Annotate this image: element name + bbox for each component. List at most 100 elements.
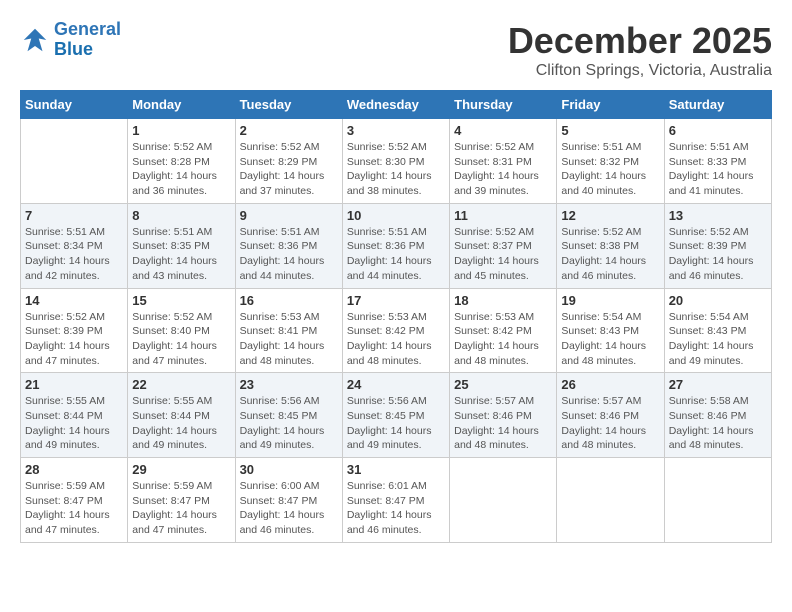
cell-content: Sunrise: 5:57 AM Sunset: 8:46 PM Dayligh…: [454, 394, 552, 453]
day-number: 20: [669, 293, 767, 308]
cell-content: Sunrise: 6:01 AM Sunset: 8:47 PM Dayligh…: [347, 479, 445, 538]
cell-content: Sunrise: 6:00 AM Sunset: 8:47 PM Dayligh…: [240, 479, 338, 538]
calendar-header-row: SundayMondayTuesdayWednesdayThursdayFrid…: [21, 91, 772, 119]
day-number: 26: [561, 377, 659, 392]
calendar-cell: 13 Sunrise: 5:52 AM Sunset: 8:39 PM Dayli…: [664, 203, 771, 288]
day-number: 2: [240, 123, 338, 138]
header-friday: Friday: [557, 91, 664, 119]
calendar-cell: 16 Sunrise: 5:53 AM Sunset: 8:41 PM Dayli…: [235, 288, 342, 373]
day-number: 8: [132, 208, 230, 223]
header-wednesday: Wednesday: [342, 91, 449, 119]
cell-content: Sunrise: 5:52 AM Sunset: 8:39 PM Dayligh…: [669, 225, 767, 284]
cell-content: Sunrise: 5:52 AM Sunset: 8:39 PM Dayligh…: [25, 310, 123, 369]
calendar-cell: 24 Sunrise: 5:56 AM Sunset: 8:45 PM Dayli…: [342, 373, 449, 458]
cell-content: Sunrise: 5:51 AM Sunset: 8:33 PM Dayligh…: [669, 140, 767, 199]
calendar-cell: [664, 458, 771, 543]
header: GeneralBlue December 2025 Clifton Spring…: [20, 20, 772, 80]
day-number: 27: [669, 377, 767, 392]
cell-content: Sunrise: 5:53 AM Sunset: 8:42 PM Dayligh…: [454, 310, 552, 369]
cell-content: Sunrise: 5:55 AM Sunset: 8:44 PM Dayligh…: [25, 394, 123, 453]
cell-content: Sunrise: 5:51 AM Sunset: 8:36 PM Dayligh…: [240, 225, 338, 284]
day-number: 31: [347, 462, 445, 477]
day-number: 17: [347, 293, 445, 308]
calendar-cell: 4Sunrise: 5:52 AM Sunset: 8:31 PM Daylig…: [450, 119, 557, 204]
calendar-cell: 19 Sunrise: 5:54 AM Sunset: 8:43 PM Dayli…: [557, 288, 664, 373]
calendar-cell: 18 Sunrise: 5:53 AM Sunset: 8:42 PM Dayli…: [450, 288, 557, 373]
month-title: December 2025: [508, 20, 772, 62]
day-number: 22: [132, 377, 230, 392]
calendar-cell: 26Sunrise: 5:57 AM Sunset: 8:46 PM Dayli…: [557, 373, 664, 458]
day-number: 1: [132, 123, 230, 138]
location-title: Clifton Springs, Victoria, Australia: [508, 62, 772, 80]
calendar-cell: 7 Sunrise: 5:51 AM Sunset: 8:34 PM Daylig…: [21, 203, 128, 288]
day-number: 23: [240, 377, 338, 392]
cell-content: Sunrise: 5:53 AM Sunset: 8:42 PM Dayligh…: [347, 310, 445, 369]
cell-content: Sunrise: 5:52 AM Sunset: 8:29 PM Dayligh…: [240, 140, 338, 199]
week-row-1: 1 Sunrise: 5:52 AM Sunset: 8:28 PM Daylig…: [21, 119, 772, 204]
calendar-cell: 30 Sunrise: 6:00 AM Sunset: 8:47 PM Dayli…: [235, 458, 342, 543]
day-number: 5: [561, 123, 659, 138]
cell-content: Sunrise: 5:51 AM Sunset: 8:35 PM Dayligh…: [132, 225, 230, 284]
calendar-cell: 1 Sunrise: 5:52 AM Sunset: 8:28 PM Daylig…: [128, 119, 235, 204]
calendar-cell: [21, 119, 128, 204]
calendar-cell: 21 Sunrise: 5:55 AM Sunset: 8:44 PM Dayli…: [21, 373, 128, 458]
calendar-cell: 15 Sunrise: 5:52 AM Sunset: 8:40 PM Dayli…: [128, 288, 235, 373]
calendar-table: SundayMondayTuesdayWednesdayThursdayFrid…: [20, 90, 772, 543]
day-number: 24: [347, 377, 445, 392]
calendar-cell: 11Sunrise: 5:52 AM Sunset: 8:37 PM Dayli…: [450, 203, 557, 288]
calendar-cell: 25 Sunrise: 5:57 AM Sunset: 8:46 PM Dayli…: [450, 373, 557, 458]
day-number: 6: [669, 123, 767, 138]
day-number: 18: [454, 293, 552, 308]
header-saturday: Saturday: [664, 91, 771, 119]
cell-content: Sunrise: 5:56 AM Sunset: 8:45 PM Dayligh…: [347, 394, 445, 453]
cell-content: Sunrise: 5:54 AM Sunset: 8:43 PM Dayligh…: [561, 310, 659, 369]
calendar-cell: 20 Sunrise: 5:54 AM Sunset: 8:43 PM Dayli…: [664, 288, 771, 373]
week-row-2: 7 Sunrise: 5:51 AM Sunset: 8:34 PM Daylig…: [21, 203, 772, 288]
day-number: 29: [132, 462, 230, 477]
day-number: 13: [669, 208, 767, 223]
week-row-5: 28 Sunrise: 5:59 AM Sunset: 8:47 PM Dayli…: [21, 458, 772, 543]
calendar-cell: 17 Sunrise: 5:53 AM Sunset: 8:42 PM Dayli…: [342, 288, 449, 373]
day-number: 9: [240, 208, 338, 223]
title-area: December 2025 Clifton Springs, Victoria,…: [508, 20, 772, 80]
cell-content: Sunrise: 5:58 AM Sunset: 8:46 PM Dayligh…: [669, 394, 767, 453]
day-number: 7: [25, 208, 123, 223]
day-number: 30: [240, 462, 338, 477]
day-number: 19: [561, 293, 659, 308]
cell-content: Sunrise: 5:52 AM Sunset: 8:37 PM Dayligh…: [454, 225, 552, 284]
logo-text: GeneralBlue: [54, 20, 121, 60]
week-row-3: 14Sunrise: 5:52 AM Sunset: 8:39 PM Dayli…: [21, 288, 772, 373]
cell-content: Sunrise: 5:52 AM Sunset: 8:40 PM Dayligh…: [132, 310, 230, 369]
cell-content: Sunrise: 5:51 AM Sunset: 8:32 PM Dayligh…: [561, 140, 659, 199]
header-sunday: Sunday: [21, 91, 128, 119]
cell-content: Sunrise: 5:51 AM Sunset: 8:34 PM Dayligh…: [25, 225, 123, 284]
cell-content: Sunrise: 5:55 AM Sunset: 8:44 PM Dayligh…: [132, 394, 230, 453]
cell-content: Sunrise: 5:59 AM Sunset: 8:47 PM Dayligh…: [132, 479, 230, 538]
header-monday: Monday: [128, 91, 235, 119]
calendar-cell: 23Sunrise: 5:56 AM Sunset: 8:45 PM Dayli…: [235, 373, 342, 458]
calendar-cell: 10 Sunrise: 5:51 AM Sunset: 8:36 PM Dayli…: [342, 203, 449, 288]
day-number: 15: [132, 293, 230, 308]
cell-content: Sunrise: 5:51 AM Sunset: 8:36 PM Dayligh…: [347, 225, 445, 284]
day-number: 12: [561, 208, 659, 223]
cell-content: Sunrise: 5:59 AM Sunset: 8:47 PM Dayligh…: [25, 479, 123, 538]
day-number: 21: [25, 377, 123, 392]
day-number: 28: [25, 462, 123, 477]
calendar-cell: [557, 458, 664, 543]
week-row-4: 21 Sunrise: 5:55 AM Sunset: 8:44 PM Dayli…: [21, 373, 772, 458]
cell-content: Sunrise: 5:53 AM Sunset: 8:41 PM Dayligh…: [240, 310, 338, 369]
day-number: 25: [454, 377, 552, 392]
cell-content: Sunrise: 5:52 AM Sunset: 8:30 PM Dayligh…: [347, 140, 445, 199]
header-thursday: Thursday: [450, 91, 557, 119]
cell-content: Sunrise: 5:52 AM Sunset: 8:28 PM Dayligh…: [132, 140, 230, 199]
day-number: 10: [347, 208, 445, 223]
logo: GeneralBlue: [20, 20, 121, 60]
calendar-cell: 22 Sunrise: 5:55 AM Sunset: 8:44 PM Dayli…: [128, 373, 235, 458]
day-number: 16: [240, 293, 338, 308]
cell-content: Sunrise: 5:54 AM Sunset: 8:43 PM Dayligh…: [669, 310, 767, 369]
calendar-cell: 14Sunrise: 5:52 AM Sunset: 8:39 PM Dayli…: [21, 288, 128, 373]
calendar-cell: 28 Sunrise: 5:59 AM Sunset: 8:47 PM Dayli…: [21, 458, 128, 543]
cell-content: Sunrise: 5:52 AM Sunset: 8:38 PM Dayligh…: [561, 225, 659, 284]
calendar-cell: 9 Sunrise: 5:51 AM Sunset: 8:36 PM Daylig…: [235, 203, 342, 288]
calendar-cell: 31 Sunrise: 6:01 AM Sunset: 8:47 PM Dayli…: [342, 458, 449, 543]
